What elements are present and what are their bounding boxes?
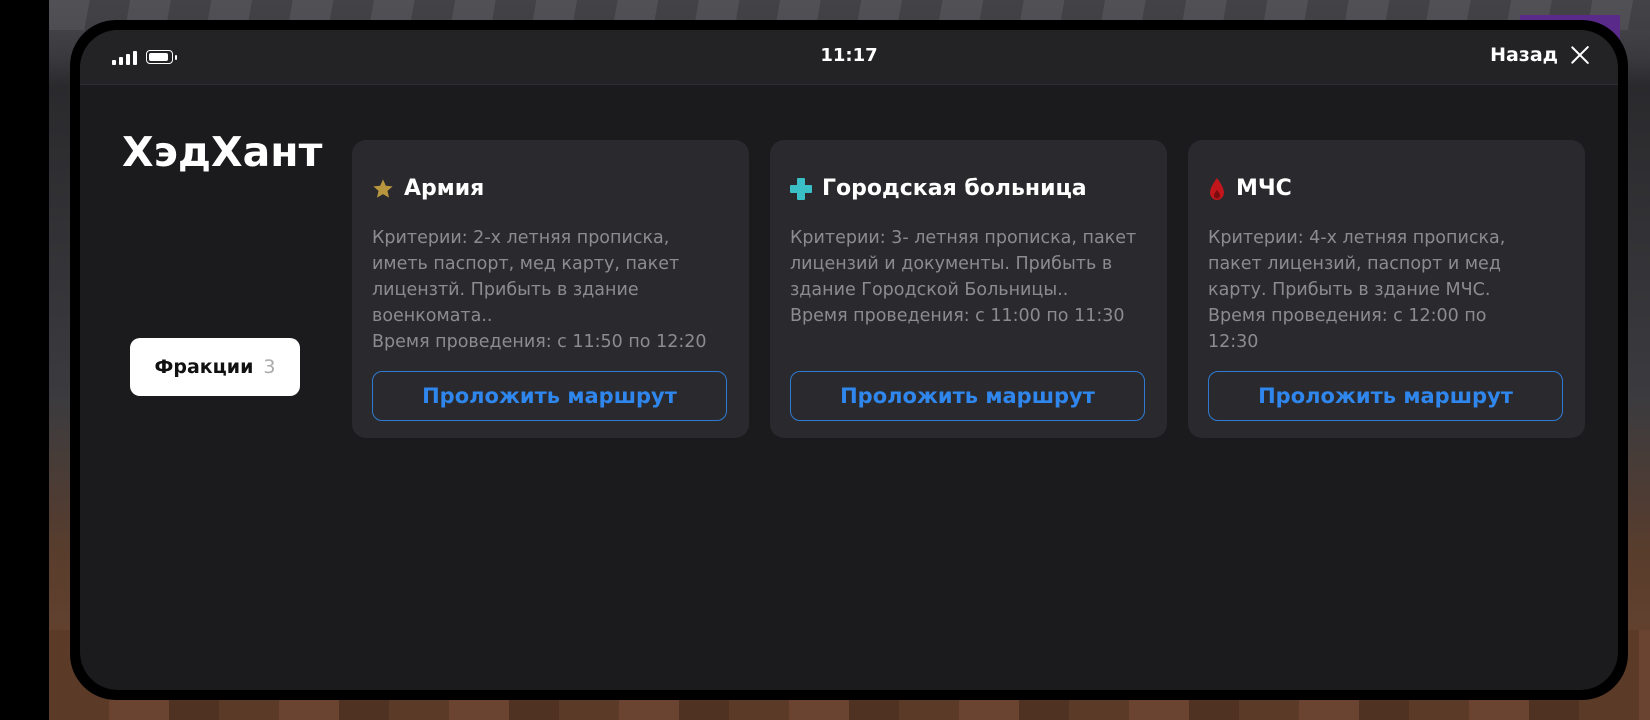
back-label: Назад [1490,44,1558,66]
star-icon [373,178,393,198]
card-header: Армия [372,176,484,201]
route-button[interactable]: Проложить маршрут [790,371,1145,421]
faction-card-army: Армия Критерии: 2-х летняя прописка, име… [352,140,749,438]
card-description: Критерии: 2-х летняя прописка, иметь пас… [372,228,707,352]
clock: 11:17 [820,45,878,66]
card-header: Городская больница [790,176,1087,201]
medical-cross-icon [790,177,812,200]
faction-cards: Армия Критерии: 2-х летняя прописка, име… [352,140,1585,438]
tab-count: 3 [263,356,276,378]
faction-card-hospital: Городская больница Критерии: 3- летняя п… [770,140,1167,438]
app-title: ХэдХант [122,128,323,176]
faction-card-mchs: МЧС Критерии: 4-х летняя прописка, пакет… [1188,140,1585,438]
card-title: Городская больница [822,176,1087,201]
status-bar: 11:17 Назад [80,30,1618,85]
phone-frame: 11:17 Назад ХэдХант Фракции 3 Армия Крит… [70,20,1628,700]
card-header: МЧС [1208,176,1292,201]
route-button[interactable]: Проложить маршрут [372,371,727,421]
tab-label: Фракции [154,356,254,378]
phone-screen: 11:17 Назад ХэдХант Фракции 3 Армия Крит… [80,30,1618,690]
route-button[interactable]: Проложить маршрут [1208,371,1563,421]
tab-factions[interactable]: Фракции 3 [130,338,300,396]
card-title: МЧС [1236,176,1292,201]
back-button[interactable]: Назад [1490,44,1590,66]
fire-drop-icon [1210,177,1224,200]
card-title: Армия [404,176,485,201]
card-description: Критерии: 4-х летняя прописка, пакет лиц… [1208,228,1506,352]
card-description: Критерии: 3- летняя прописка, пакет лице… [790,228,1137,326]
close-icon[interactable] [1570,45,1590,65]
